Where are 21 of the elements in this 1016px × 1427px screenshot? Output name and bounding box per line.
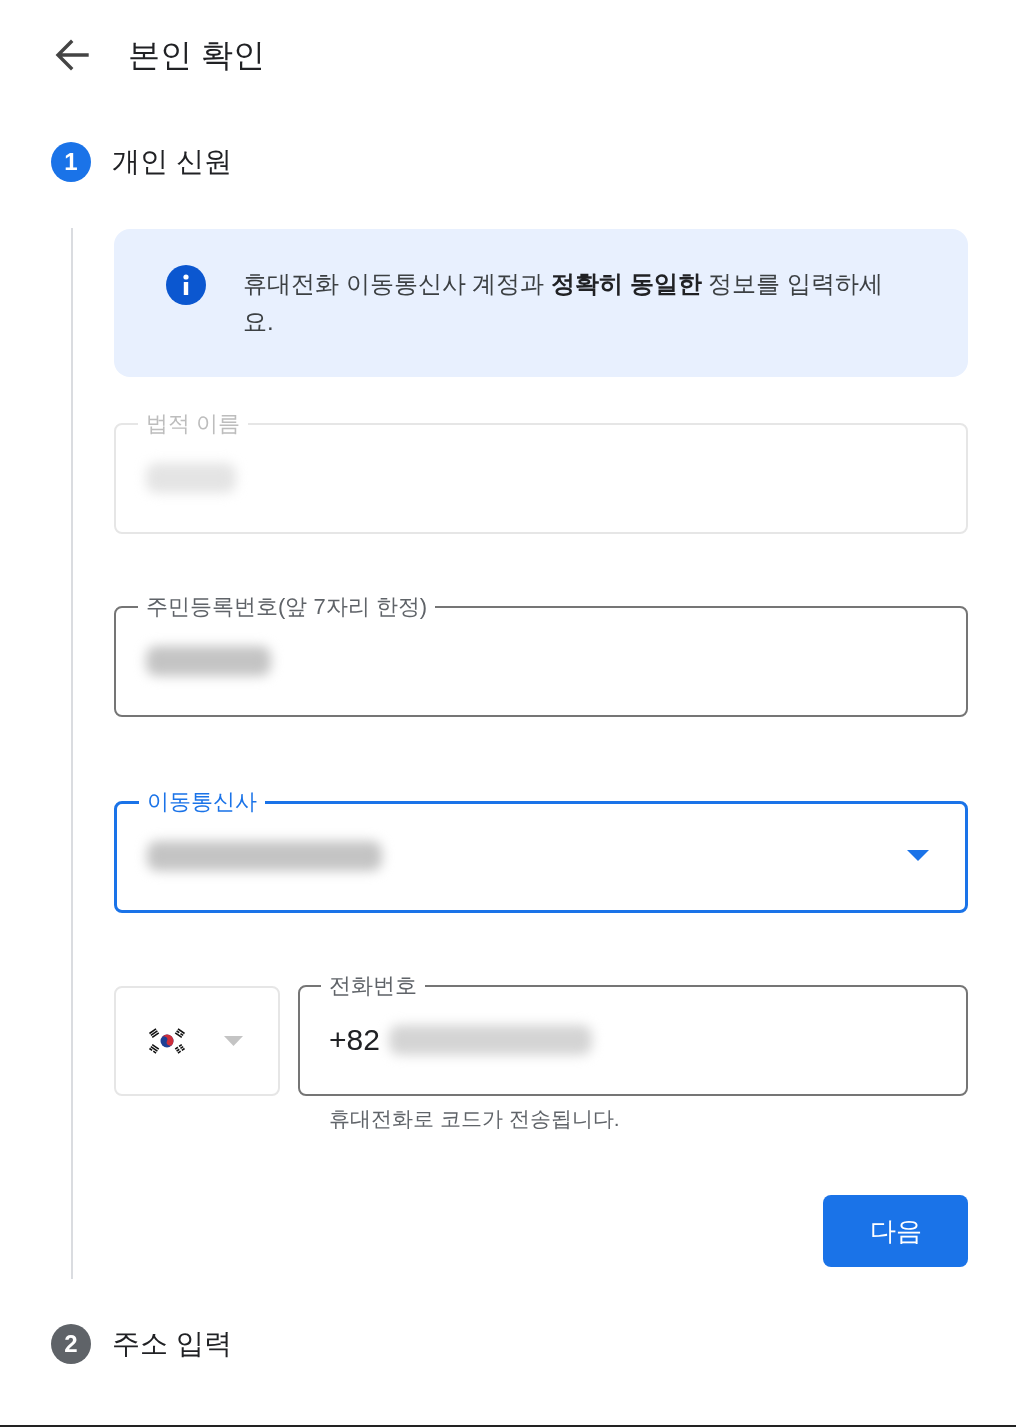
caret-icon [224, 1036, 243, 1046]
helper-text: 휴대전화로 코드가 전송됩니다. [328, 1106, 621, 1132]
field-label: 법적 이름 [145, 411, 242, 437]
step-number: 1 [51, 142, 91, 182]
select-field[interactable]: 이동통신사 [114, 789, 968, 913]
flag-icon [149, 1028, 185, 1054]
field-label: 주민등록번호(앞 7자리 한정) [145, 594, 429, 620]
step-title: 개인 신원 [112, 145, 232, 179]
info-icon [166, 265, 206, 305]
caret-icon [907, 850, 929, 861]
text-field[interactable]: 주민등록번호(앞 7자리 한정) [114, 594, 968, 717]
next-button[interactable]: 다음 [823, 1195, 968, 1267]
phone-prefix: +82 [329, 1022, 380, 1057]
back-arrow-icon [55, 39, 89, 71]
field-label: 전화번호 [328, 973, 418, 999]
info-message: 휴대전화 이동통신사 계정과 정확히 동일한 정보를 입력하세요. [243, 269, 885, 337]
page-title: 본인 확인 [128, 36, 265, 75]
step-title: 주소 입력 [112, 1327, 232, 1361]
step-number: 2 [51, 1324, 91, 1364]
field-label: 이동통신사 [146, 789, 258, 815]
phone-field[interactable]: 전화번호 +82 [298, 973, 968, 1096]
